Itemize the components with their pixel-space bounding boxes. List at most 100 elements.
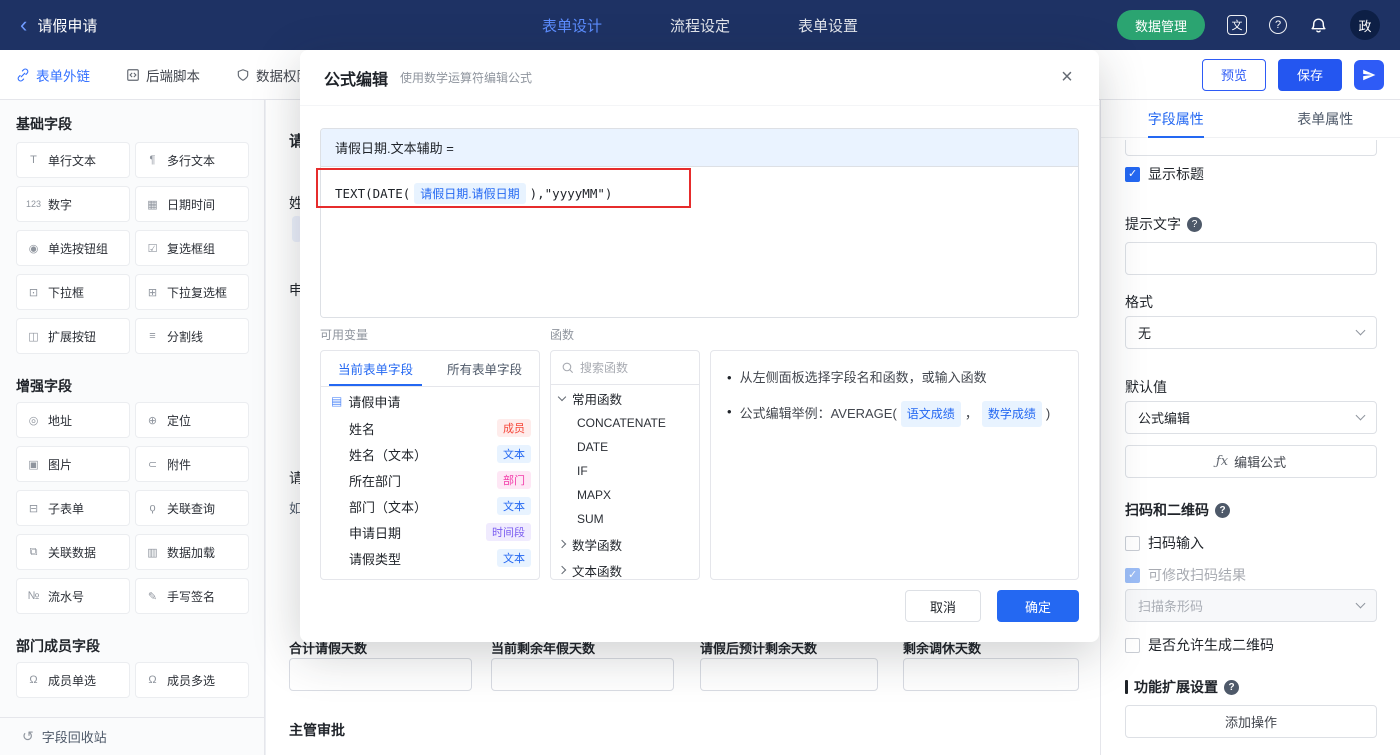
- function-group-label: 常用函数: [572, 392, 623, 407]
- variable-row[interactable]: 所在部门 部门: [321, 467, 539, 493]
- multi-line-text-icon: ¶: [149, 154, 156, 166]
- field-type-attachment[interactable]: ⊂ 附件: [135, 446, 249, 482]
- field-type-label: 定位: [167, 413, 192, 428]
- save-button[interactable]: 保存: [1278, 58, 1342, 91]
- variable-row[interactable]: 姓名（文本） 文本: [321, 441, 539, 467]
- share-button[interactable]: [1354, 59, 1384, 90]
- scan-qr-section-title: 扫码和二维码 ?: [1125, 500, 1230, 520]
- function-group-common[interactable]: 常用函数: [551, 385, 699, 411]
- field-type-serial-number[interactable]: № 流水号: [16, 578, 130, 614]
- dropdown-multi-icon: ⊞: [147, 286, 158, 299]
- field-type-datetime[interactable]: ▦ 日期时间: [135, 186, 249, 222]
- data-manage-button[interactable]: 数据管理: [1116, 10, 1205, 40]
- variable-row[interactable]: 部门（文本） 文本: [321, 493, 539, 519]
- scan-input-checkbox[interactable]: 扫码输入: [1125, 533, 1204, 553]
- function-item-sum[interactable]: SUM: [551, 507, 699, 531]
- expected-remaining-days-input[interactable]: [700, 658, 878, 691]
- toolbar-item-data-permission[interactable]: 数据权限: [236, 65, 310, 85]
- form-tree-root[interactable]: ▤ 请假申请: [321, 387, 539, 415]
- tab-all-form-fields[interactable]: 所有表单字段: [430, 351, 539, 386]
- field-type-label: 数据加载: [167, 545, 216, 560]
- add-action-button[interactable]: 添加操作: [1125, 705, 1377, 738]
- image-icon: ▣: [28, 458, 39, 471]
- confirm-button[interactable]: 确定: [997, 590, 1079, 622]
- default-value-select[interactable]: 公式编辑: [1125, 401, 1377, 434]
- tab-process-setting[interactable]: 流程设定: [670, 15, 730, 36]
- question-icon[interactable]: ?: [1224, 679, 1239, 695]
- field-type-extend-button[interactable]: ◫ 扩展按钮: [16, 318, 130, 354]
- tab-form-setting[interactable]: 表单设置: [798, 15, 858, 36]
- field-type-dropdown[interactable]: ⊡ 下拉框: [16, 274, 130, 310]
- functions-panel: 常用函数 CONCATENATE DATE IF MAPX SUM 数学函数 文…: [550, 350, 700, 580]
- function-group-text[interactable]: 文本函数: [551, 557, 699, 579]
- field-type-divider[interactable]: ≡ 分割线: [135, 318, 249, 354]
- field-type-image[interactable]: ▣ 图片: [16, 446, 130, 482]
- field-type-signature[interactable]: ✎ 手写签名: [135, 578, 249, 614]
- data-load-icon: ▥: [147, 546, 158, 559]
- tab-form-properties[interactable]: 表单属性: [1251, 100, 1400, 137]
- language-icon[interactable]: 文: [1227, 15, 1247, 35]
- field-type-subform[interactable]: ⊟ 子表单: [16, 490, 130, 526]
- cancel-button[interactable]: 取消: [905, 590, 981, 622]
- notification-bell-icon[interactable]: [1309, 16, 1328, 35]
- edit-formula-button[interactable]: ƒx 编辑公式: [1125, 445, 1377, 478]
- extension-section-title: 功能扩展设置 ?: [1125, 677, 1239, 697]
- field-type-label: 下拉框: [48, 285, 85, 300]
- qr-allow-checkbox[interactable]: 是否允许生成二维码: [1125, 635, 1274, 655]
- function-item-date[interactable]: DATE: [551, 435, 699, 459]
- function-item-if[interactable]: IF: [551, 459, 699, 483]
- variable-row[interactable]: 姓名 成员: [321, 415, 539, 441]
- close-icon[interactable]: ×: [1055, 66, 1079, 90]
- function-group-math[interactable]: 数学函数: [551, 531, 699, 557]
- total-leave-days-input[interactable]: [289, 658, 472, 691]
- tab-current-form-fields[interactable]: 当前表单字段: [321, 351, 430, 386]
- show-title-checkbox[interactable]: 显示标题: [1125, 164, 1204, 184]
- field-type-linked-query[interactable]: ϙ 关联查询: [135, 490, 249, 526]
- field-chip[interactable]: 请假日期.请假日期: [414, 183, 526, 204]
- question-icon[interactable]: ?: [1187, 216, 1202, 232]
- toolbar-item-external-link[interactable]: 表单外链: [16, 65, 90, 85]
- search-input[interactable]: [580, 360, 689, 375]
- field-type-data-load[interactable]: ▥ 数据加载: [135, 534, 249, 570]
- question-icon[interactable]: ?: [1215, 502, 1230, 518]
- remaining-comp-days-input[interactable]: [903, 658, 1079, 691]
- function-search: [551, 351, 699, 385]
- remaining-annual-days-input[interactable]: [491, 658, 674, 691]
- preview-button[interactable]: 预览: [1202, 58, 1266, 91]
- field-type-member-single[interactable]: Ω 成员单选: [16, 662, 130, 698]
- formula-input-area[interactable]: TEXT(DATE( 请假日期.请假日期 ),"yyyyMM"): [321, 167, 1078, 317]
- help-icon[interactable]: ?: [1269, 16, 1287, 34]
- field-type-address[interactable]: ◎ 地址: [16, 402, 130, 438]
- field-recycle-bin[interactable]: ↺ 字段回收站: [0, 717, 264, 755]
- tab-field-properties[interactable]: 字段属性: [1101, 100, 1251, 137]
- field-type-label: 多行文本: [167, 153, 216, 168]
- field-type-checkbox-group[interactable]: ☑ 复选框组: [135, 230, 249, 266]
- field-type-multi-line-text[interactable]: ¶ 多行文本: [135, 142, 249, 178]
- field-type-location[interactable]: ⊕ 定位: [135, 402, 249, 438]
- modal-footer: 取消 确定: [905, 590, 1079, 622]
- title-input-partial[interactable]: [1125, 140, 1377, 156]
- field-type-member-multi[interactable]: Ω 成员多选: [135, 662, 249, 698]
- field-type-dropdown-multi[interactable]: ⊞ 下拉复选框: [135, 274, 249, 310]
- field-type-single-line-text[interactable]: T 单行文本: [16, 142, 130, 178]
- back-icon[interactable]: ‹: [20, 14, 27, 36]
- default-value-label: 默认值: [1125, 379, 1167, 395]
- field-type-radio-group[interactable]: ◉ 单选按钮组: [16, 230, 130, 266]
- recycle-label: 字段回收站: [41, 730, 107, 745]
- field-type-linked-data[interactable]: ⧉ 关联数据: [16, 534, 130, 570]
- field-type-number[interactable]: 123 数字: [16, 186, 130, 222]
- variable-row[interactable]: 申请日期 时间段: [321, 519, 539, 545]
- format-select[interactable]: 无: [1125, 316, 1377, 349]
- attachment-icon: ⊂: [147, 458, 158, 471]
- function-item-concatenate[interactable]: CONCATENATE: [551, 411, 699, 435]
- field-type-label: 扩展按钮: [48, 329, 97, 344]
- modal-title: 公式编辑: [324, 71, 389, 89]
- function-item-mapx[interactable]: MAPX: [551, 483, 699, 507]
- tab-form-design[interactable]: 表单设计: [542, 15, 602, 36]
- variable-row[interactable]: 请假类型 文本: [321, 545, 539, 571]
- avatar[interactable]: 政: [1350, 10, 1380, 40]
- hint-text-input[interactable]: [1125, 242, 1377, 275]
- help-text: 从左侧面板选择字段名和函数，或输入函数: [739, 370, 987, 385]
- address-icon: ◎: [28, 414, 39, 427]
- toolbar-item-backend-script[interactable]: 后端脚本: [126, 65, 200, 85]
